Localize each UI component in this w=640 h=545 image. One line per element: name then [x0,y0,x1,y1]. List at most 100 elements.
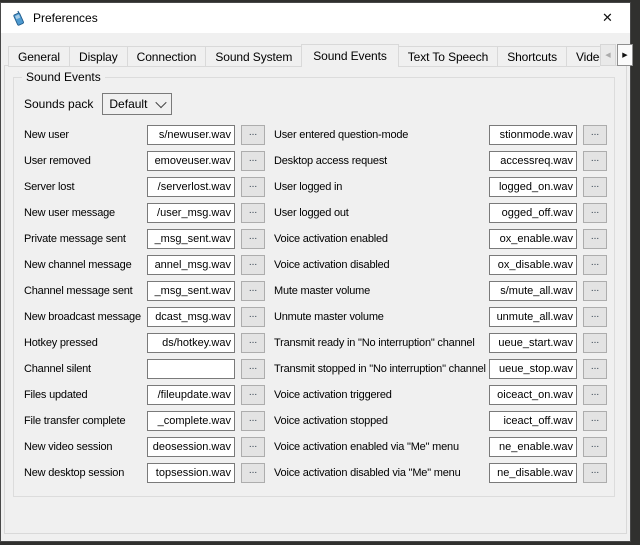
tab-label: Shortcuts [507,50,557,64]
sound-file-input[interactable] [489,307,577,327]
sound-file-input[interactable] [147,255,235,275]
event-label: User removed [24,155,147,167]
sound-file-input[interactable] [147,385,235,405]
tab-video[interactable]: Video [566,46,600,67]
sound-file-input[interactable] [489,411,577,431]
browse-button[interactable]: ... [241,385,265,405]
browse-cell: ... [235,359,265,379]
sound-file-input[interactable] [147,281,235,301]
browse-button[interactable]: ... [583,307,607,327]
sound-file-input[interactable] [489,203,577,223]
sound-events-grid: New user...User entered question-mode...… [24,122,614,486]
browse-button[interactable]: ... [241,255,265,275]
event-label: Server lost [24,181,147,193]
browse-cell: ... [577,437,607,457]
browse-button[interactable]: ... [583,281,607,301]
sound-file-input[interactable] [147,229,235,249]
browse-button[interactable]: ... [241,177,265,197]
sound-file-input[interactable] [147,411,235,431]
browse-button[interactable]: ... [583,229,607,249]
event-label: Transmit ready in "No interruption" chan… [265,337,489,349]
sound-file-input[interactable] [147,151,235,171]
browse-button[interactable]: ... [241,463,265,483]
tab-connection[interactable]: Connection [127,46,207,67]
browse-button[interactable]: ... [583,359,607,379]
browse-cell: ... [235,463,265,483]
event-label: New channel message [24,259,147,271]
sound-file-input[interactable] [147,333,235,353]
sound-file-input[interactable] [147,203,235,223]
tab-sound-events[interactable]: Sound Events [301,44,399,67]
tab-sound-system[interactable]: Sound System [205,46,302,67]
browse-cell: ... [235,203,265,223]
browse-cell: ... [235,229,265,249]
event-label: User logged out [265,207,489,219]
browse-button[interactable]: ... [583,385,607,405]
browse-button[interactable]: ... [241,359,265,379]
event-label: Voice activation disabled [265,259,489,271]
event-label: Files updated [24,389,147,401]
event-label: Hotkey pressed [24,337,147,349]
tab-shortcuts[interactable]: Shortcuts [497,46,567,67]
browse-button[interactable]: ... [241,125,265,145]
sound-events-tab-panel: Sound Events Sounds pack Default New use… [4,65,627,534]
tab-label: General [18,50,60,64]
sound-file-input[interactable] [489,229,577,249]
sound-file-input[interactable] [147,177,235,197]
title-bar: Preferences ✕ [1,3,630,33]
event-label: User logged in [265,181,489,193]
tab-general[interactable]: General [8,46,70,67]
sound-file-input[interactable] [147,359,235,379]
browse-button[interactable]: ... [583,125,607,145]
browse-button[interactable]: ... [241,229,265,249]
sound-file-input[interactable] [147,125,235,145]
browse-button[interactable]: ... [583,411,607,431]
sound-file-input[interactable] [147,437,235,457]
browse-button[interactable]: ... [583,255,607,275]
tab-text-to-speech[interactable]: Text To Speech [398,46,498,67]
sound-file-input[interactable] [147,307,235,327]
tab-label: Sound System [215,50,292,64]
browse-button[interactable]: ... [241,437,265,457]
browse-button[interactable]: ... [241,307,265,327]
sounds-pack-select[interactable]: Default [102,93,172,115]
sound-file-input[interactable] [489,177,577,197]
browse-button[interactable]: ... [241,203,265,223]
browse-button[interactable]: ... [583,333,607,353]
browse-cell: ... [577,463,607,483]
tab-scroll-right-button[interactable]: ▶ [617,44,633,66]
event-label: Unmute master volume [265,311,489,323]
event-label: Channel silent [24,363,147,375]
sound-file-input[interactable] [489,333,577,353]
event-label: New user message [24,207,147,219]
browse-button[interactable]: ... [583,177,607,197]
sound-file-input[interactable] [147,463,235,483]
browse-button[interactable]: ... [583,437,607,457]
sound-file-input[interactable] [489,281,577,301]
browse-cell: ... [235,437,265,457]
tab-scroll-buttons: ◀ ▶ [600,44,633,66]
sound-file-input[interactable] [489,437,577,457]
browse-cell: ... [235,385,265,405]
sound-file-input[interactable] [489,125,577,145]
sound-file-input[interactable] [489,151,577,171]
sound-file-input[interactable] [489,463,577,483]
browse-cell: ... [235,151,265,171]
sound-file-input[interactable] [489,385,577,405]
browse-button[interactable]: ... [583,203,607,223]
browse-cell: ... [577,385,607,405]
browse-button[interactable]: ... [241,333,265,353]
browse-button[interactable]: ... [241,411,265,431]
browse-button[interactable]: ... [241,281,265,301]
browse-button[interactable]: ... [241,151,265,171]
app-icon [10,10,27,27]
close-button[interactable]: ✕ [585,3,630,33]
tab-scroll-left-button[interactable]: ◀ [600,44,616,66]
browse-button[interactable]: ... [583,463,607,483]
sound-file-input[interactable] [489,359,577,379]
tab-display[interactable]: Display [69,46,128,67]
browse-button[interactable]: ... [583,151,607,171]
browse-cell: ... [235,125,265,145]
browse-cell: ... [577,255,607,275]
sound-file-input[interactable] [489,255,577,275]
